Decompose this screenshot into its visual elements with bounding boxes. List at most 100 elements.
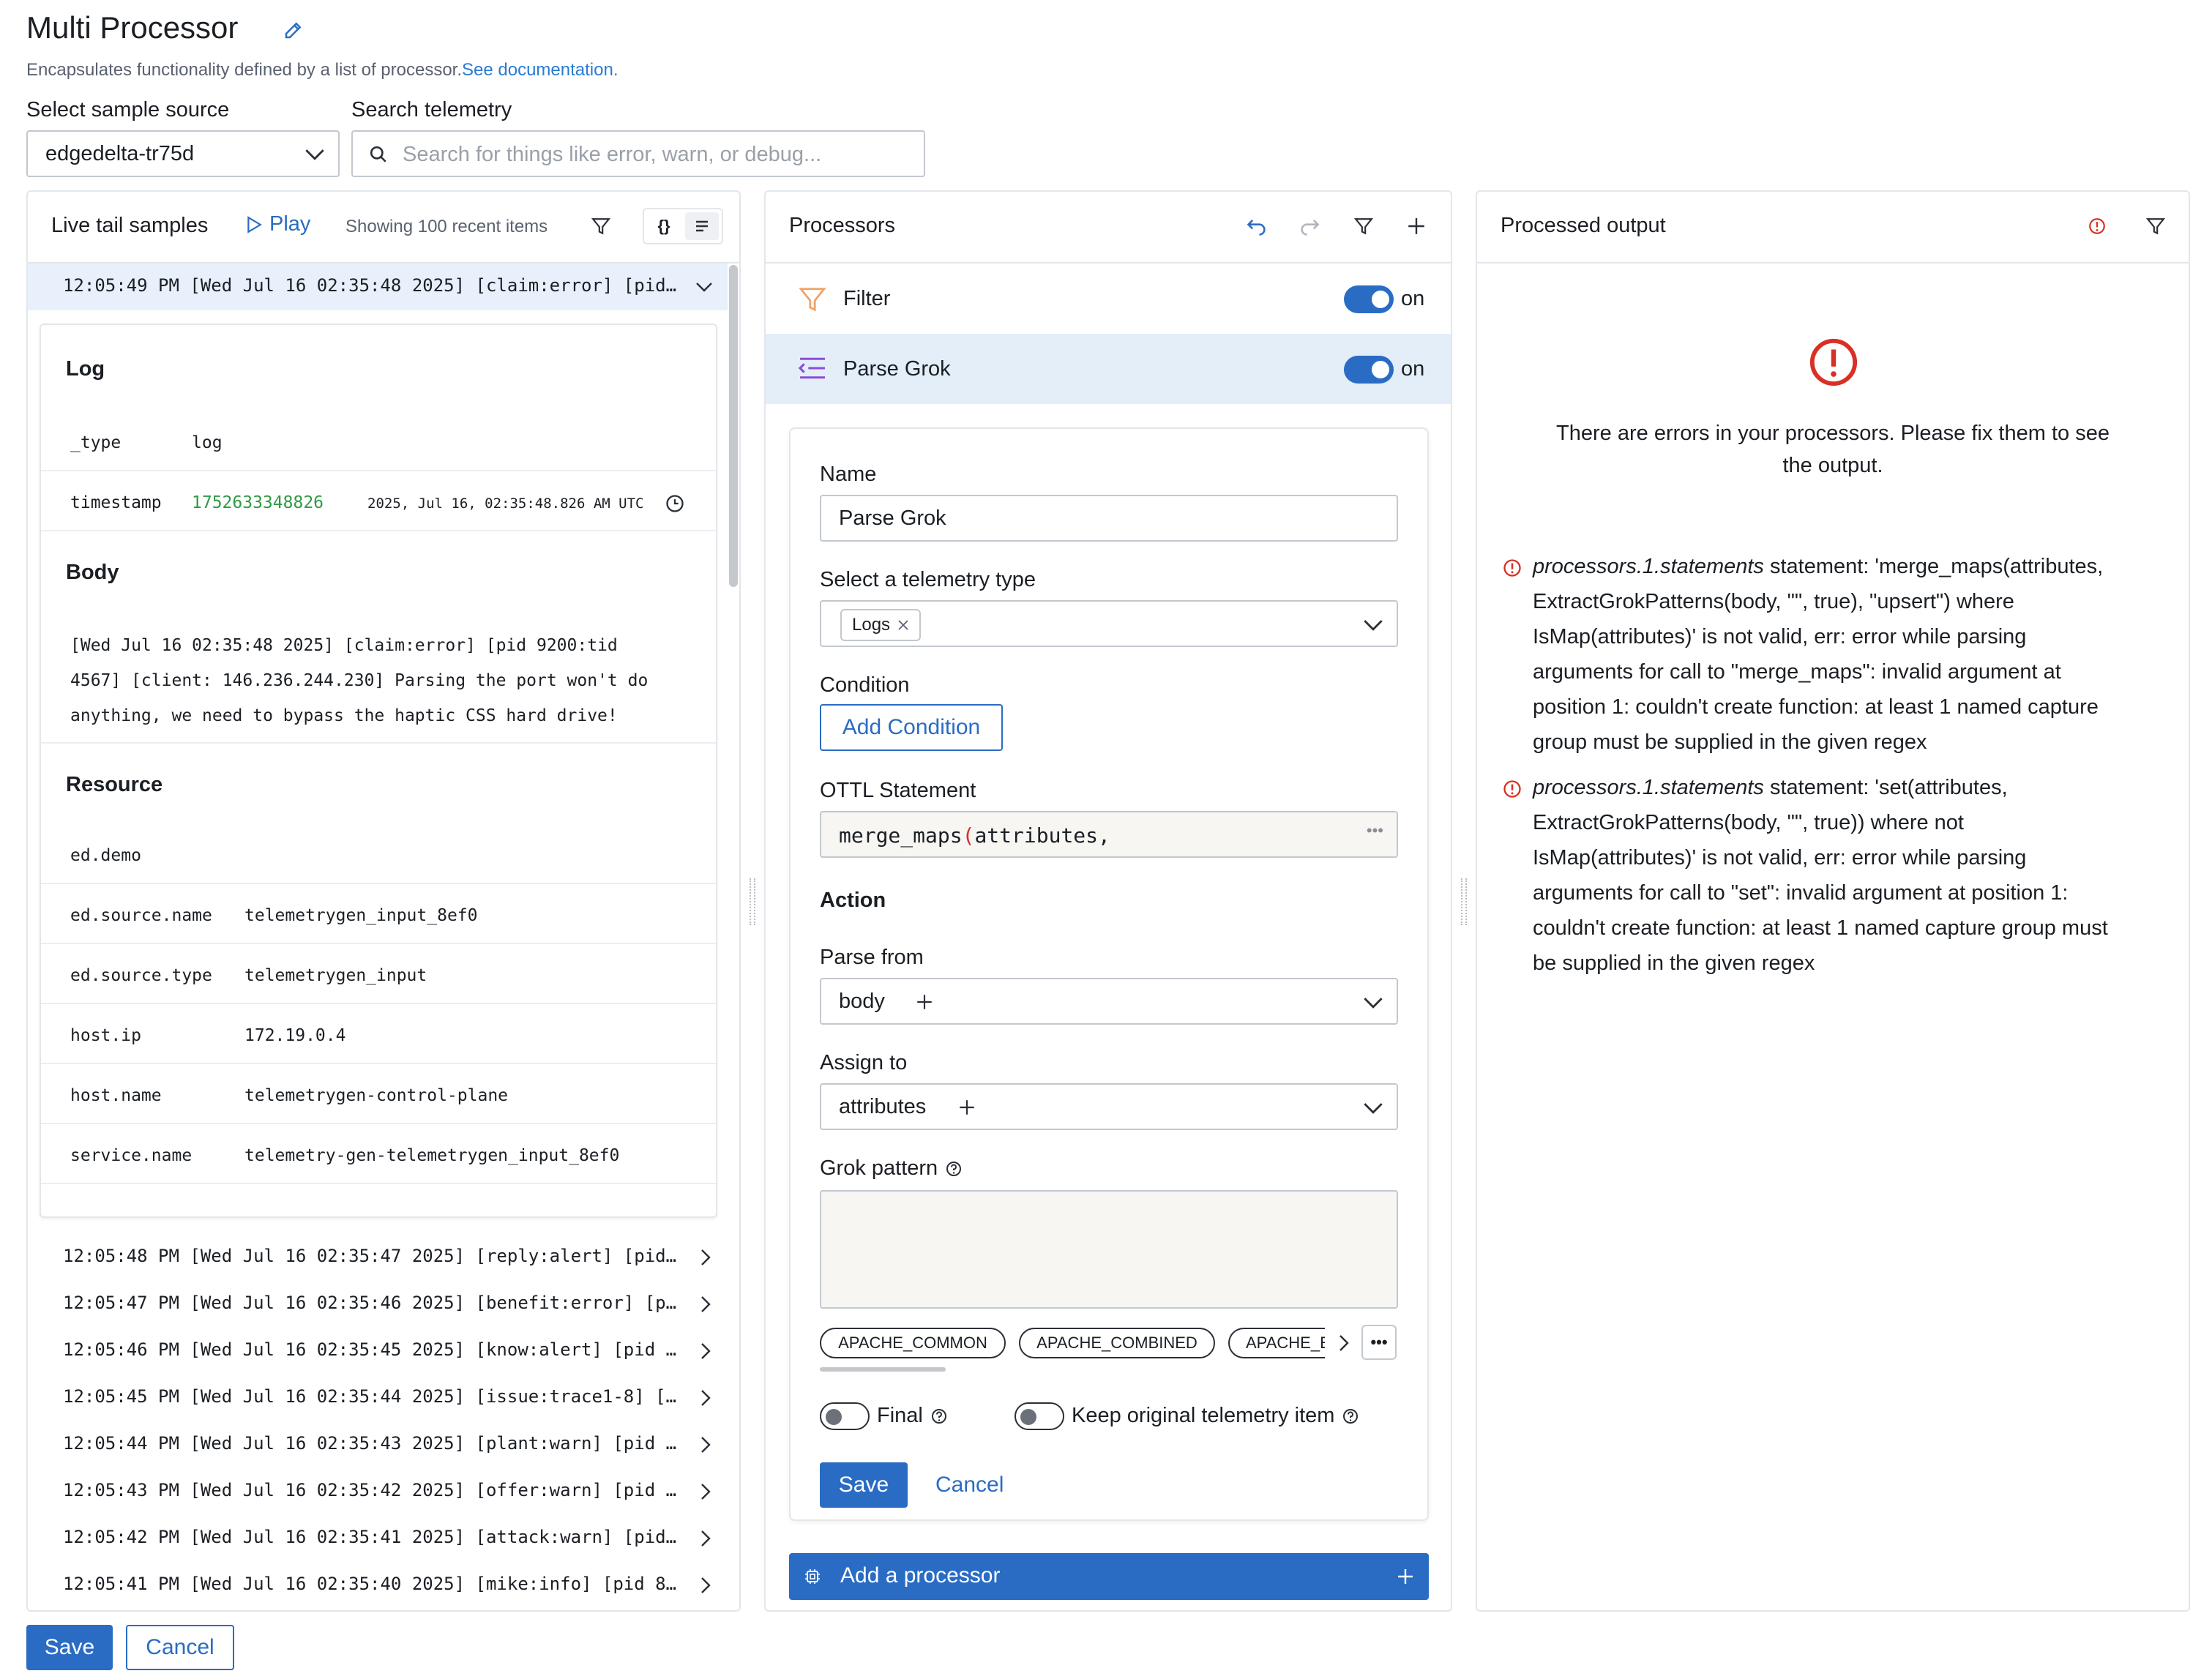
ottl-editor[interactable]: merge_maps(attributes, ••• [820, 811, 1398, 858]
toggle-label: on [1401, 287, 1425, 310]
add-icon[interactable] [915, 992, 934, 1011]
add-condition-button[interactable]: Add Condition [820, 704, 1003, 751]
play-button[interactable]: Play [246, 212, 310, 236]
processor-label: Filter [843, 287, 891, 310]
source-label: Select sample source [26, 98, 230, 121]
filter-toggle[interactable] [1344, 285, 1394, 313]
chevron-right-icon[interactable] [1338, 1334, 1350, 1353]
message-line: There are errors in your processors. Ple… [1556, 422, 2110, 445]
error-line: ExtractGrokPatterns(body, "", true), "up… [1533, 590, 2014, 613]
name-input[interactable]: Parse Grok [820, 495, 1398, 542]
text-view-icon[interactable] [685, 212, 719, 240]
filter-icon[interactable] [591, 217, 610, 236]
resize-handle[interactable] [1461, 878, 1467, 925]
keep-original-label: Keep original telemetry item [1072, 1404, 1335, 1427]
keep-original-toggle[interactable] [1015, 1402, 1064, 1430]
chevron-right-icon [701, 1390, 711, 1406]
form-cancel-button[interactable]: Cancel [935, 1473, 1004, 1497]
log-list: 12:05:48 PM [Wed Jul 16 02:35:47 2025] [… [28, 1234, 728, 1609]
undo-icon[interactable] [1246, 217, 1268, 236]
log-row[interactable]: 12:05:42 PM [Wed Jul 16 02:35:41 2025] [… [28, 1515, 728, 1562]
json-view-icon[interactable]: {} [647, 212, 681, 240]
pattern-chip[interactable]: APACHE_COMMON [820, 1328, 1006, 1358]
cancel-button[interactable]: Cancel [126, 1625, 234, 1670]
log-row-text: 12:05:46 PM [Wed Jul 16 02:35:45 2025] [… [63, 1339, 677, 1360]
docs-link[interactable]: See documentation. [462, 60, 618, 80]
error-line: statement: 'merge_maps(attributes, [1763, 555, 2104, 578]
log-row[interactable]: 12:05:47 PM [Wed Jul 16 02:35:46 2025] [… [28, 1281, 728, 1328]
log-row[interactable]: 12:05:41 PM [Wed Jul 16 02:35:40 2025] [… [28, 1562, 728, 1609]
pattern-chip[interactable]: APACHE_COMBINED [1019, 1328, 1215, 1358]
final-toggle[interactable] [820, 1402, 870, 1430]
search-label: Search telemetry [351, 98, 512, 121]
help-icon[interactable] [1342, 1407, 1359, 1425]
processor-row-filter[interactable]: Filter on [766, 263, 1451, 334]
grok-pattern-input[interactable] [820, 1190, 1398, 1309]
parse-icon [798, 357, 825, 379]
scrollbar-thumb[interactable] [729, 265, 738, 587]
filter-icon [799, 288, 826, 312]
filter-icon[interactable] [2146, 217, 2165, 236]
field-key: ed.demo [70, 846, 141, 865]
field-value: log [192, 433, 223, 452]
field-row: host.name telemetrygen-control-plane [41, 1064, 716, 1124]
help-icon[interactable] [930, 1407, 948, 1425]
log-row-expanded[interactable]: 12:05:49 PM [Wed Jul 16 02:35:48 2025] [… [28, 263, 728, 310]
error-line: statement: 'set(attributes, [1763, 776, 2008, 799]
search-input[interactable]: Search for things like error, warn, or d… [351, 130, 925, 177]
clock-icon[interactable] [665, 493, 685, 514]
pattern-chip[interactable]: APACHE_ERROR [1228, 1328, 1325, 1358]
add-processor-button[interactable]: Add a processor [789, 1553, 1429, 1600]
error-large-icon [1809, 338, 1858, 386]
timestamp-value[interactable]: 1752633348826 [192, 493, 324, 512]
field-key: _type [70, 433, 122, 452]
log-details-card: Log _type log timestamp 1752633348826 20… [40, 324, 717, 1218]
add-icon [1398, 1569, 1413, 1584]
field-value: telemetrygen_input [244, 966, 427, 985]
add-icon[interactable] [1407, 217, 1426, 236]
chevron-right-icon [701, 1249, 711, 1265]
chevron-right-icon [701, 1437, 711, 1453]
field-key: service.name [70, 1146, 193, 1165]
log-row[interactable]: 12:05:46 PM [Wed Jul 16 02:35:45 2025] [… [28, 1328, 728, 1375]
processors-title: Processors [789, 214, 896, 237]
more-icon[interactable]: ••• [1367, 821, 1383, 840]
final-label: Final [877, 1404, 923, 1427]
error-line: arguments for call to "merge_maps": inva… [1533, 660, 2061, 684]
parse-from-select[interactable]: body [820, 978, 1398, 1025]
more-patterns-button[interactable]: ••• [1361, 1325, 1397, 1360]
filter-icon[interactable] [1354, 217, 1373, 236]
field-key: ed.source.name [70, 906, 212, 925]
log-row-text: 12:05:41 PM [Wed Jul 16 02:35:40 2025] [… [63, 1574, 677, 1594]
patterns-scrollbar[interactable] [820, 1367, 946, 1372]
help-icon[interactable] [945, 1160, 963, 1178]
items-count: Showing 100 recent items [345, 217, 548, 236]
add-icon[interactable] [957, 1098, 976, 1117]
log-row-text: 12:05:44 PM [Wed Jul 16 02:35:43 2025] [… [63, 1433, 677, 1454]
telemetry-type-label: Select a telemetry type [820, 568, 1036, 591]
log-row[interactable]: 12:05:44 PM [Wed Jul 16 02:35:43 2025] [… [28, 1421, 728, 1468]
toggle-label: on [1401, 357, 1425, 381]
resize-handle[interactable] [750, 878, 755, 925]
log-row-text: 12:05:45 PM [Wed Jul 16 02:35:44 2025] [… [63, 1386, 677, 1407]
error-icon[interactable] [2088, 217, 2107, 236]
source-select[interactable]: edgedelta-tr75d [26, 130, 340, 177]
log-row[interactable]: 12:05:45 PM [Wed Jul 16 02:35:44 2025] [… [28, 1375, 728, 1421]
assign-to-select[interactable]: attributes [820, 1083, 1398, 1130]
close-icon[interactable] [897, 619, 909, 631]
parse-grok-toggle[interactable] [1344, 356, 1394, 384]
page-title: Multi Processor [26, 10, 239, 45]
scrollbar-track[interactable] [729, 265, 738, 1610]
telemetry-type-select[interactable]: Logs [820, 600, 1398, 647]
processor-row-parse-grok[interactable]: Parse Grok on [766, 334, 1451, 404]
field-value: telemetry-gen-telemetrygen_input_8ef0 [244, 1146, 620, 1165]
redo-icon[interactable] [1299, 217, 1320, 236]
telemetry-chip: Logs [840, 609, 922, 641]
error-line: position 1: couldn't create function: at… [1533, 695, 2099, 719]
log-row[interactable]: 12:05:43 PM [Wed Jul 16 02:35:42 2025] [… [28, 1468, 728, 1515]
edit-icon[interactable] [283, 19, 304, 41]
log-row[interactable]: 12:05:48 PM [Wed Jul 16 02:35:47 2025] [… [28, 1234, 728, 1281]
chevron-right-icon [701, 1577, 711, 1593]
save-button[interactable]: Save [26, 1625, 113, 1670]
form-save-button[interactable]: Save [820, 1462, 908, 1508]
